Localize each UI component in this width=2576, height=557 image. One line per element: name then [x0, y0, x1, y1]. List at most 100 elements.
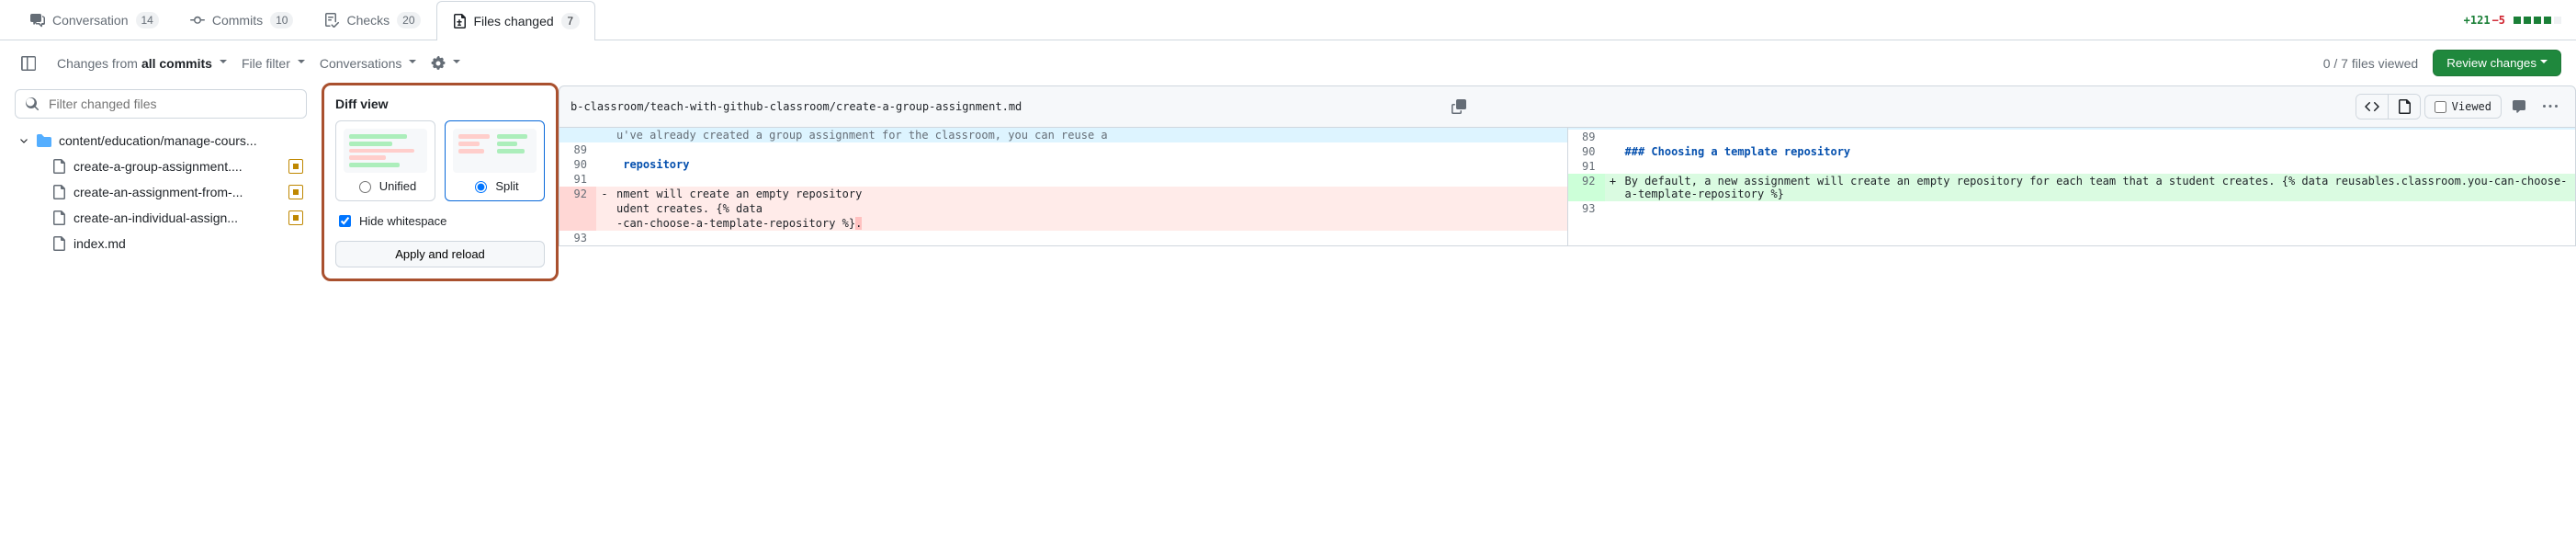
popover-title: Diff view — [335, 97, 545, 111]
tab-files-changed[interactable]: Files changed 7 — [436, 1, 595, 40]
file-icon — [51, 236, 66, 251]
file-name: create-an-assignment-from-... — [73, 185, 243, 199]
changes-from-dropdown[interactable]: Changes from all commits — [57, 56, 227, 71]
file-name: index.md — [73, 236, 126, 251]
source-view-button[interactable] — [2356, 95, 2388, 119]
line-number: 90 — [559, 157, 596, 172]
viewed-toggle[interactable]: Viewed — [2424, 95, 2502, 119]
files-viewed-progress: 0 / 7 files viewed — [2323, 56, 2419, 71]
additions-count: +121 — [2464, 14, 2491, 27]
file-diff-icon — [452, 14, 467, 28]
code-line: ### Choosing a template repository — [1621, 144, 2576, 159]
code-line: nment will create an empty repository — [613, 187, 1567, 201]
diff-right-column: 89 90### Choosing a template repository … — [1568, 128, 2576, 245]
changes-from-prefix: Changes from — [57, 56, 138, 71]
line-number — [559, 216, 596, 231]
file-filter-dropdown[interactable]: File filter — [242, 56, 305, 71]
conversations-dropdown[interactable]: Conversations — [320, 56, 417, 71]
file-kebab-button[interactable] — [2536, 95, 2564, 119]
filter-files-input[interactable] — [47, 96, 297, 112]
unified-radio[interactable] — [359, 181, 371, 193]
kebab-icon — [2543, 99, 2558, 114]
line-number — [559, 201, 596, 216]
modified-indicator-icon — [288, 159, 303, 174]
hide-whitespace-toggle[interactable]: Hide whitespace — [335, 212, 545, 230]
modified-indicator-icon — [288, 210, 303, 225]
split-radio[interactable] — [475, 181, 487, 193]
split-label: Split — [495, 179, 518, 193]
comment-on-file-button[interactable] — [2505, 95, 2533, 119]
line-number: 91 — [1568, 159, 1605, 174]
code-line — [1621, 201, 2576, 216]
rendered-view-button[interactable] — [2388, 95, 2420, 119]
diff-settings-dropdown[interactable] — [431, 56, 460, 71]
tab-checks[interactable]: Checks 20 — [309, 0, 435, 40]
checklist-icon — [324, 13, 339, 28]
tree-file[interactable]: create-a-group-assignment.... — [7, 153, 314, 179]
file-icon — [2397, 99, 2412, 114]
file-tree-toggle-icon[interactable] — [15, 51, 42, 75]
tree-file[interactable]: index.md — [7, 231, 314, 256]
chevron-down-icon — [18, 135, 29, 146]
filter-files-field[interactable] — [15, 89, 307, 119]
line-number: 91 — [559, 172, 596, 187]
pr-tabnav: Conversation 14 Commits 10 Checks 20 Fil… — [0, 0, 2576, 40]
line-number: 89 — [559, 142, 596, 157]
modified-indicator-icon — [288, 185, 303, 199]
diff-stats: +121 −5 — [2464, 14, 2561, 27]
file-name: create-a-group-assignment.... — [73, 159, 243, 174]
line-number: 90 — [1568, 144, 1605, 159]
split-preview-icon — [453, 129, 537, 173]
diff-view-unified-option[interactable]: Unified — [335, 120, 435, 201]
line-number: 89 — [1568, 130, 1605, 144]
line-number: 93 — [1568, 201, 1605, 216]
review-changes-button[interactable]: Review changes — [2433, 50, 2561, 76]
file-icon — [51, 159, 66, 174]
diff-block-neutral — [2554, 17, 2561, 24]
viewed-checkbox[interactable] — [2435, 101, 2446, 113]
line-number: 92 — [559, 187, 596, 201]
file-actions: Viewed — [2356, 94, 2564, 119]
file-header: b-classroom/teach-with-github-classroom/… — [559, 85, 2576, 128]
diff-content: u've already created a group assignment … — [559, 128, 2576, 246]
file-tree-sidebar: content/education/manage-cours... create… — [0, 85, 322, 256]
tab-counter: 10 — [270, 12, 293, 28]
tab-label: Conversation — [52, 13, 129, 28]
viewed-label: Viewed — [2452, 100, 2491, 113]
tab-conversation[interactable]: Conversation 14 — [15, 0, 175, 40]
git-commit-icon — [190, 13, 205, 28]
unified-label: Unified — [379, 179, 416, 193]
tab-label: Commits — [212, 13, 263, 28]
diff-view-popover: Diff view Unified — [322, 83, 559, 281]
line-number: 92 — [1568, 174, 1605, 201]
tree-file[interactable]: create-an-assignment-from-... — [7, 179, 314, 205]
code-line — [613, 172, 1567, 187]
file-path: b-classroom/teach-with-github-classroom/… — [571, 100, 1438, 113]
diff-block-add — [2524, 17, 2531, 24]
diff-block-add — [2514, 17, 2521, 24]
copy-path-button[interactable] — [1445, 95, 1473, 119]
comment-discussion-icon — [30, 13, 45, 28]
tab-counter: 14 — [136, 12, 159, 28]
apply-and-reload-button[interactable]: Apply and reload — [335, 241, 545, 267]
tab-counter: 7 — [561, 13, 580, 29]
line-number: 93 — [559, 231, 596, 245]
tab-label: Files changed — [474, 14, 554, 28]
unified-preview-icon — [344, 129, 427, 173]
copy-icon — [1452, 99, 1466, 114]
tab-commits[interactable]: Commits 10 — [175, 0, 310, 40]
tree-file[interactable]: create-an-individual-assign... — [7, 205, 314, 231]
file-name: create-an-individual-assign... — [73, 210, 238, 225]
diff-block-add — [2534, 17, 2541, 24]
code-line: udent creates. {% data — [613, 201, 1567, 216]
hide-whitespace-checkbox[interactable] — [339, 215, 351, 227]
changes-from-scope: all commits — [141, 56, 212, 71]
code-line — [613, 231, 1567, 245]
code-icon — [2365, 99, 2379, 114]
diff-area: Diff view Unified — [322, 85, 2576, 246]
code-line: repository — [613, 157, 1567, 172]
diff-toolbar: Changes from all commits File filter Con… — [0, 40, 2576, 85]
diff-view-split-option[interactable]: Split — [445, 120, 545, 201]
tree-folder[interactable]: content/education/manage-cours... — [7, 128, 314, 153]
file-icon — [51, 210, 66, 225]
